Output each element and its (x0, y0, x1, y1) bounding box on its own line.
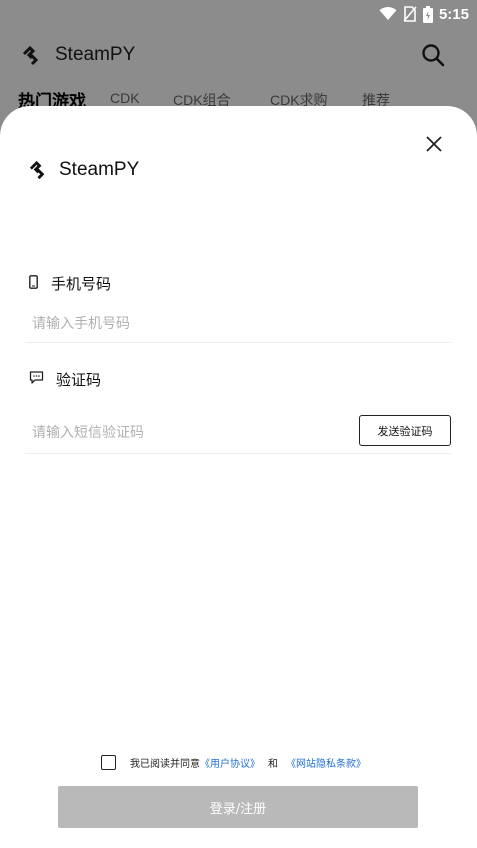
phone-icon (29, 275, 38, 289)
search-icon[interactable] (420, 42, 446, 68)
tab-cdk[interactable]: CDK (110, 90, 140, 106)
agreement-row: 我已阅读并同意 《用户协议》 和 《网站隐私条款》 (101, 752, 366, 772)
status-time: 5:15 (438, 5, 469, 23)
no-sim-icon (403, 6, 417, 22)
code-label: 验证码 (56, 372, 102, 389)
status-bar: 5:15 (0, 0, 477, 28)
wifi-icon (379, 7, 397, 20)
sheet-brand-name: SteamPY (59, 159, 140, 180)
message-icon (29, 371, 44, 384)
steampy-logo-icon (22, 46, 39, 66)
app-header: SteamPY (0, 28, 477, 84)
agreement-text: 我已阅读并同意 (130, 758, 200, 770)
privacy-policy-link[interactable]: 《网站隐私条款》 (286, 755, 366, 770)
code-underline (25, 453, 451, 454)
phone-input[interactable] (25, 306, 451, 343)
close-icon[interactable] (423, 133, 445, 155)
battery-icon (422, 5, 433, 23)
login-sheet: SteamPY 手机号码 验证码 发送验证码 我已阅读并同意 《用户协议》 和 … (0, 106, 477, 848)
phone-label: 手机号码 (51, 276, 112, 293)
send-code-button[interactable]: 发送验证码 (359, 415, 451, 446)
steampy-logo-icon (29, 161, 45, 180)
sms-code-input[interactable] (25, 413, 355, 454)
app-brand-name: SteamPY (55, 44, 136, 65)
agreement-checkbox[interactable] (101, 754, 116, 770)
user-agreement-link[interactable]: 《用户协议》 (200, 755, 260, 770)
status-icons: 5:15 (379, 4, 469, 24)
agreement-and: 和 (268, 758, 278, 770)
login-register-button[interactable]: 登录/注册 (58, 786, 418, 828)
